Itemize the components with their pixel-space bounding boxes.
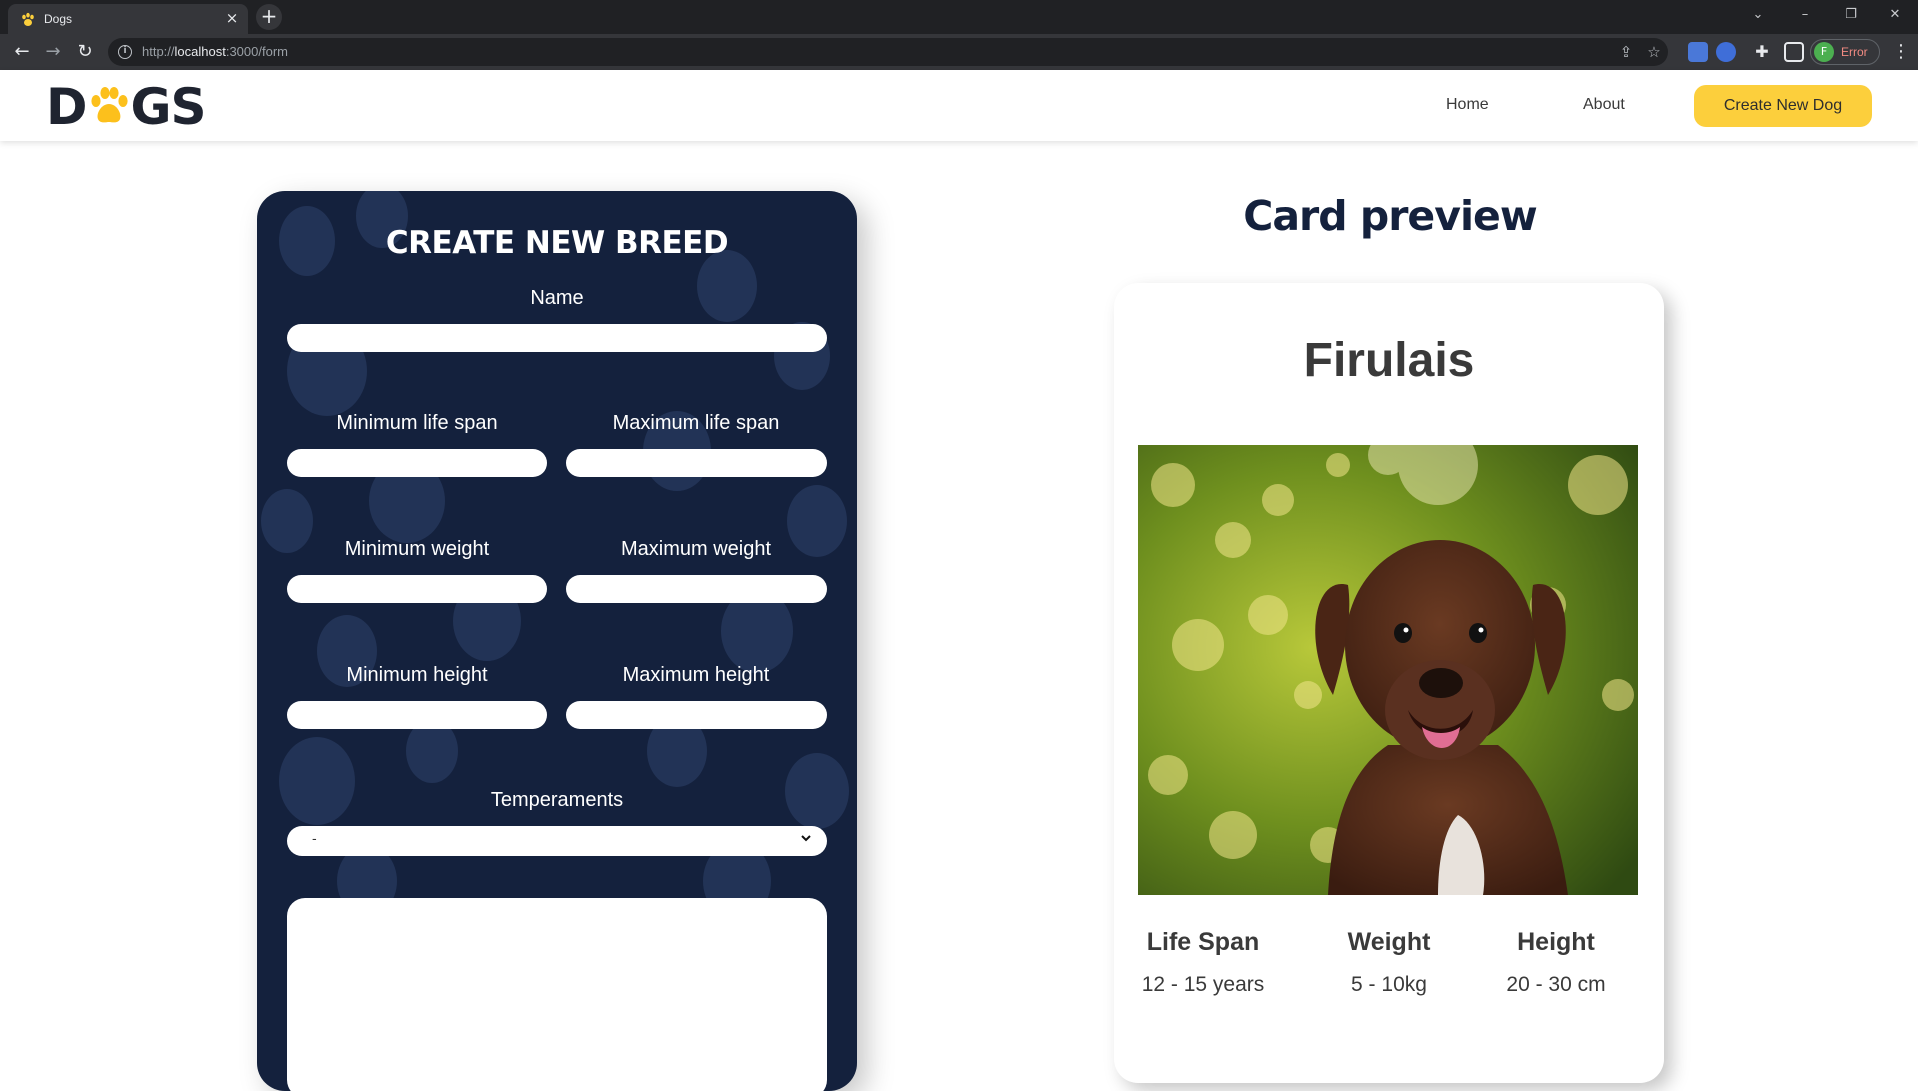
extension-icon[interactable] [1716, 42, 1736, 62]
card-preview-heading: Card preview [1243, 192, 1537, 240]
paw-logo-icon [90, 87, 128, 123]
name-input[interactable] [287, 324, 827, 352]
temperaments-textarea[interactable] [287, 898, 827, 1091]
form-title: CREATE NEW BREED [385, 225, 729, 261]
url-text[interactable]: http://localhost:3000/form [142, 44, 288, 59]
max-height-input[interactable] [566, 701, 827, 729]
min-height-input[interactable] [287, 701, 547, 729]
site-logo[interactable]: D GS [46, 82, 207, 132]
avatar: F [1814, 42, 1834, 62]
extensions-puzzle-icon[interactable]: ✚ [1750, 40, 1774, 64]
url-scheme: http:// [142, 44, 175, 59]
nav-link-about[interactable]: About [1583, 96, 1625, 114]
bookmark-star-icon[interactable]: ☆ [1644, 42, 1664, 62]
nav-link-home[interactable]: Home [1446, 96, 1489, 114]
back-icon[interactable]: ← [10, 40, 34, 64]
dog-name: Firulais [1303, 334, 1475, 387]
paw-icon [22, 12, 34, 26]
create-new-dog-button[interactable]: Create New Dog [1694, 85, 1872, 127]
name-label: Name [530, 287, 584, 309]
new-tab-button[interactable]: + [256, 4, 282, 30]
height-label: Height [1517, 928, 1595, 956]
max-weight-label: Maximum weight [620, 538, 772, 560]
life-span-label: Life Span [1146, 928, 1260, 956]
tab-search-icon[interactable]: ⌄ [1745, 4, 1771, 26]
weight-label: Weight [1347, 928, 1431, 956]
browser-menu-icon[interactable]: ⋮ [1892, 40, 1910, 64]
temperaments-selected-value: - [312, 832, 317, 847]
min-life-span-label: Minimum life span [336, 412, 498, 434]
browser-tab-strip: Dogs × + ⌄ – ❐ ✕ [0, 0, 1918, 34]
min-weight-input[interactable] [287, 575, 547, 603]
share-icon[interactable]: ⇪ [1616, 42, 1636, 62]
url-host: localhost [174, 44, 226, 59]
create-breed-form: CREATE NEW BREED Name Minimum life span … [257, 191, 857, 1091]
reload-icon[interactable]: ↻ [73, 40, 97, 64]
minimize-icon[interactable]: – [1792, 4, 1818, 26]
site-header: D GS Home About Create New Dog [0, 70, 1918, 141]
url-path: :3000/form [225, 44, 288, 59]
weight-value: 5 - 10kg [1351, 973, 1427, 996]
max-weight-input[interactable] [566, 575, 827, 603]
temperaments-label: Temperaments [490, 789, 624, 811]
side-panel-icon[interactable] [1784, 42, 1804, 62]
min-life-span-input[interactable] [287, 449, 547, 477]
max-life-span-label: Maximum life span [612, 412, 780, 434]
browser-toolbar: ← → ↻ i http://localhost:3000/form ⇪ ☆ ✚… [0, 34, 1918, 70]
close-tab-icon[interactable]: × [223, 9, 241, 27]
height-value: 20 - 30 cm [1506, 973, 1606, 996]
translate-extension-icon[interactable] [1688, 42, 1708, 62]
chevron-down-icon [801, 835, 811, 842]
min-weight-label: Minimum weight [344, 538, 490, 560]
min-height-label: Minimum height [346, 664, 488, 686]
dog-photo [1138, 445, 1638, 895]
site-info-icon[interactable]: i [118, 45, 132, 59]
logo-letter-d: D [46, 78, 88, 136]
address-bar[interactable]: i http://localhost:3000/form ⇪ ☆ [108, 38, 1668, 66]
close-window-icon[interactable]: ✕ [1882, 4, 1908, 26]
temperaments-select[interactable]: - [287, 826, 827, 856]
profile-status: Error [1841, 45, 1868, 59]
dog-preview-card: Firulais Life Span 12 - 15 years Weight … [1114, 283, 1664, 1083]
max-life-span-input[interactable] [566, 449, 827, 477]
max-height-label: Maximum height [622, 664, 770, 686]
logo-letters-gs: GS [130, 78, 207, 136]
forward-icon[interactable]: → [41, 40, 65, 64]
browser-tab[interactable]: Dogs × [8, 4, 248, 34]
tab-title: Dogs [44, 12, 73, 26]
life-span-value: 12 - 15 years [1141, 973, 1265, 996]
restore-icon[interactable]: ❐ [1838, 4, 1864, 26]
profile-button[interactable]: F Error [1810, 39, 1880, 65]
